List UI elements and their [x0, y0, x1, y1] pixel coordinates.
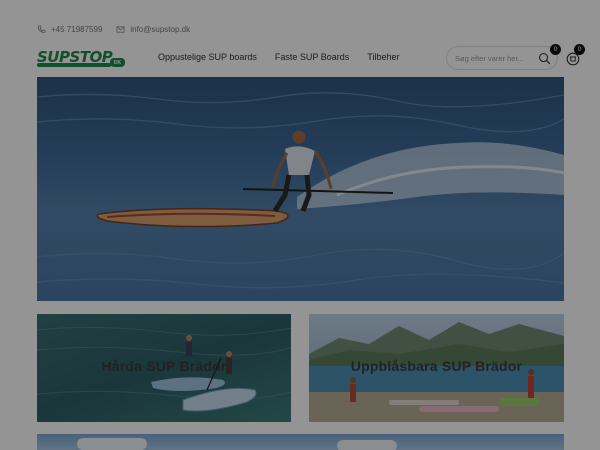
modal-backdrop-overlay[interactable]: [0, 0, 600, 450]
page: +45 71987599 info@supstop.dk SUPSTOP DK …: [0, 0, 600, 450]
